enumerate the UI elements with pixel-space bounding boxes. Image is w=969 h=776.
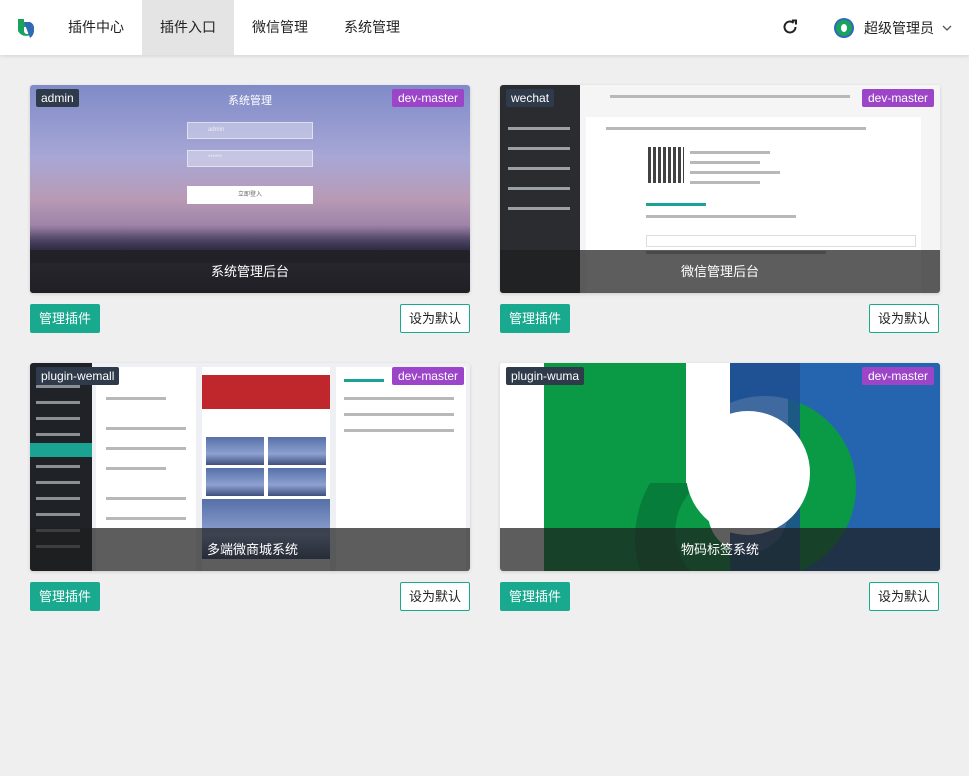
manage-plugin-button-wemall[interactable]: 管理插件	[30, 582, 100, 611]
plugin-branch-badge: dev-master	[861, 367, 934, 385]
plugin-name: 系统管理后台	[30, 250, 470, 293]
preview-username-field: admin	[187, 122, 313, 139]
plugin-code-badge: wechat	[506, 89, 555, 107]
plugin-name: 物码标签系统	[500, 528, 940, 571]
nav-item-plugin-entry[interactable]: 插件入口	[142, 0, 234, 55]
set-default-button-wechat[interactable]: 设为默认	[869, 304, 939, 333]
plugin-card-wechat[interactable]: wechat dev-master 微信管理后台	[500, 85, 940, 293]
main-nav: 插件中心 插件入口 微信管理 系统管理	[50, 0, 418, 55]
plugin-branch-badge: dev-master	[391, 89, 464, 107]
plugin-branch-badge: dev-master	[861, 89, 934, 107]
top-bar: 插件中心 插件入口 微信管理 系统管理 超级管理员	[0, 0, 969, 55]
plugin-name: 微信管理后台	[500, 250, 940, 293]
chevron-down-icon	[942, 25, 952, 31]
set-default-button-admin[interactable]: 设为默认	[400, 304, 470, 333]
nav-item-plugin-center[interactable]: 插件中心	[50, 0, 142, 55]
plugin-card-admin[interactable]: 系统管理 admin ****** 立即登入 admin dev-master …	[30, 85, 470, 293]
user-menu[interactable]: 超级管理员	[834, 17, 952, 39]
user-name: 超级管理员	[864, 20, 934, 36]
plugin-card-wemall[interactable]: plugin-wemall dev-master 多端微商城系统	[30, 363, 470, 571]
plugin-card-wuma[interactable]: plugin-wuma dev-master 物码标签系统	[500, 363, 940, 571]
app-logo-icon[interactable]	[14, 16, 38, 40]
refresh-icon[interactable]	[781, 18, 799, 36]
set-default-button-wemall[interactable]: 设为默认	[400, 582, 470, 611]
plugin-name: 多端微商城系统	[30, 528, 470, 571]
plugin-code-badge: plugin-wemall	[36, 367, 120, 385]
plugin-code-badge: admin	[36, 89, 79, 107]
set-default-button-wuma[interactable]: 设为默认	[869, 582, 939, 611]
nav-item-wechat[interactable]: 微信管理	[234, 0, 326, 55]
manage-plugin-button-wuma[interactable]: 管理插件	[500, 582, 570, 611]
plugin-branch-badge: dev-master	[391, 367, 464, 385]
nav-item-system[interactable]: 系统管理	[326, 0, 418, 55]
manage-plugin-button-wechat[interactable]: 管理插件	[500, 304, 570, 333]
manage-plugin-button-admin[interactable]: 管理插件	[30, 304, 100, 333]
plugin-code-badge: plugin-wuma	[506, 367, 585, 385]
preview-login-button: 立即登入	[187, 186, 313, 204]
avatar	[834, 18, 854, 38]
preview-password-field: ******	[187, 150, 313, 167]
